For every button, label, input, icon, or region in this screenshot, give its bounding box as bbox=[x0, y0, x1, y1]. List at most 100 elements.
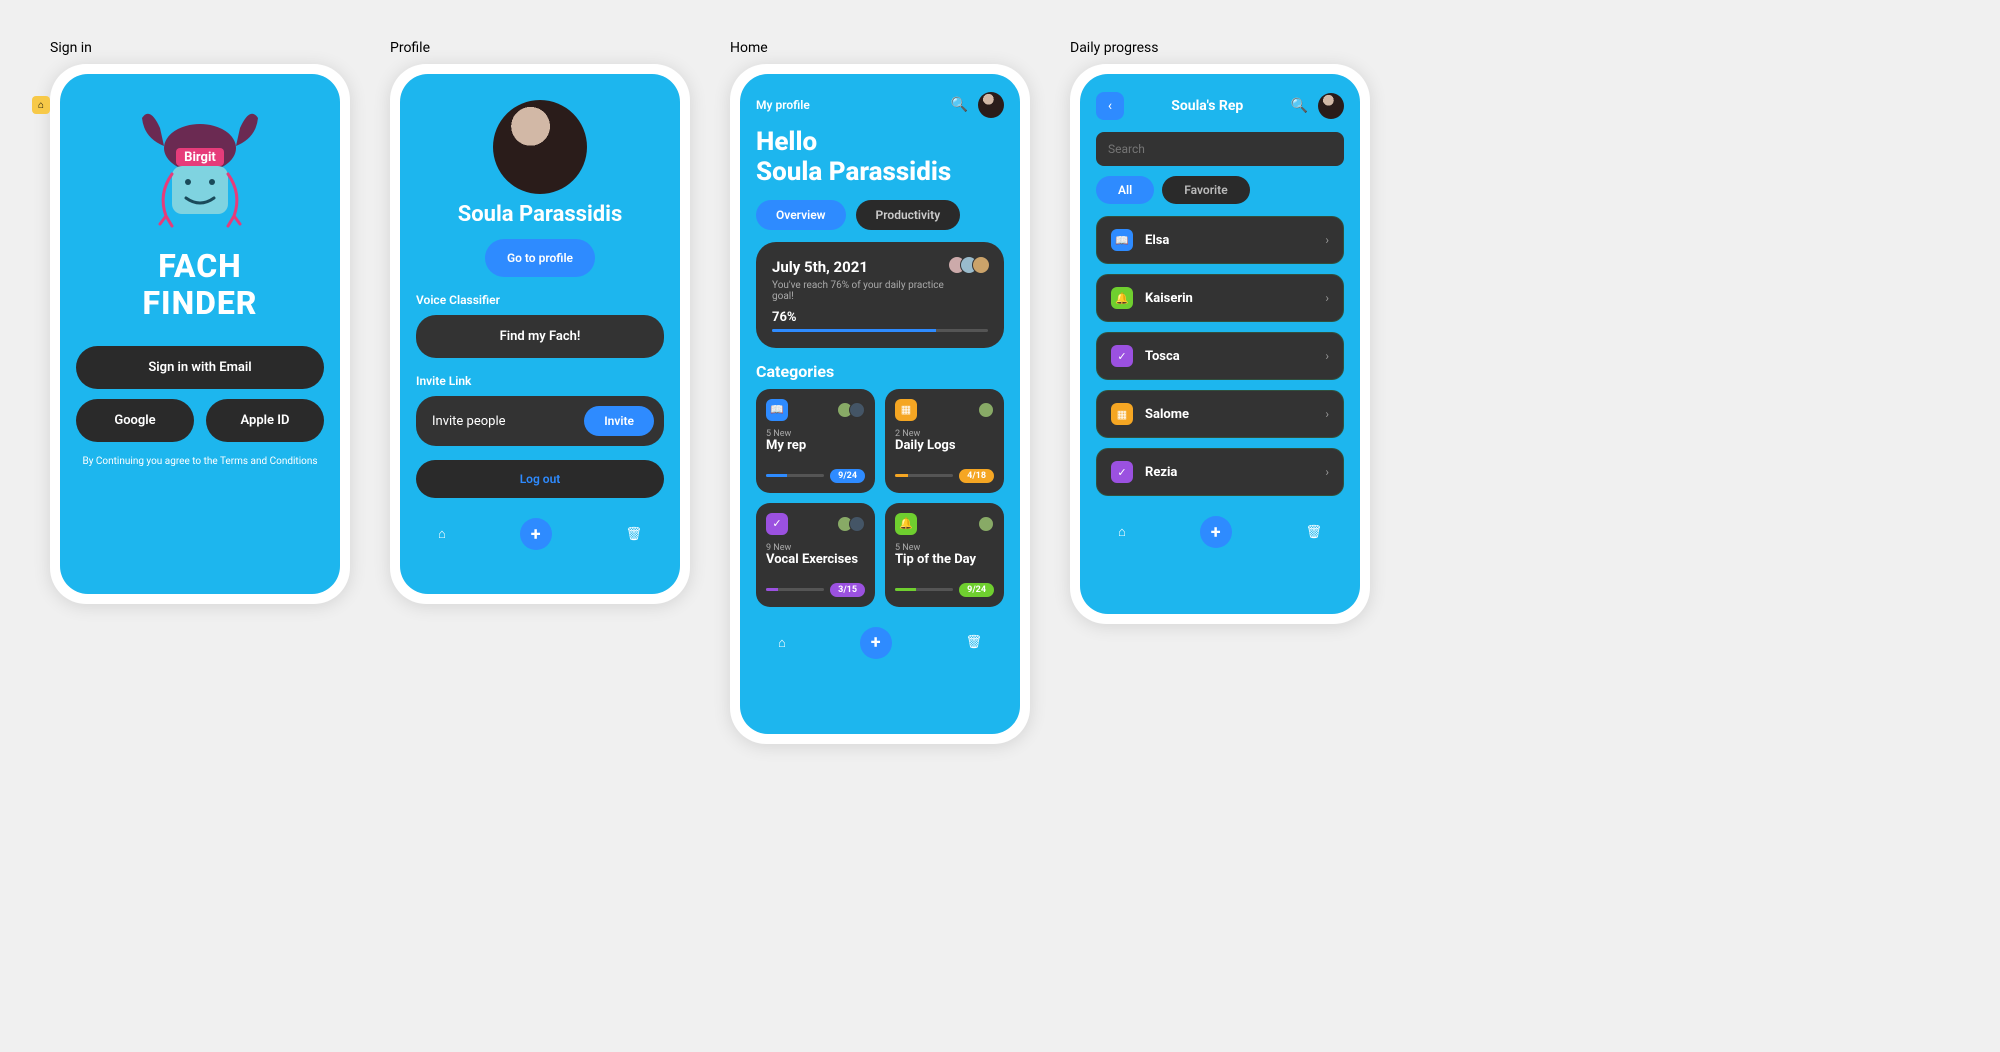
add-button[interactable]: + bbox=[860, 627, 892, 659]
voice-classifier-label: Voice Classifier bbox=[416, 293, 664, 307]
invite-text: Invite people bbox=[432, 414, 506, 429]
phone-daily: ‹ Soula's Rep 🔍 All Favorite 📖 Elsa ›🔔 K… bbox=[1070, 64, 1370, 624]
home-badge-icon: ⌂ bbox=[32, 96, 50, 114]
progress-message: You've reach 76% of your daily practice … bbox=[772, 280, 952, 302]
search-input[interactable] bbox=[1096, 132, 1344, 166]
screen-label: Profile bbox=[390, 40, 690, 56]
list-item[interactable]: ▦ Salome › bbox=[1096, 390, 1344, 438]
add-button[interactable]: + bbox=[1200, 516, 1232, 548]
list-item[interactable]: ✓ Rezia › bbox=[1096, 448, 1344, 496]
my-profile-link[interactable]: My profile bbox=[756, 98, 810, 112]
back-button[interactable]: ‹ bbox=[1096, 92, 1124, 120]
phone-home: My profile 🔍 HelloSoula Parassidis Overv… bbox=[730, 64, 1030, 744]
chevron-right-icon: › bbox=[1325, 233, 1329, 247]
chk-icon: ✓ bbox=[1111, 345, 1133, 367]
tile-progress-bar bbox=[895, 588, 953, 591]
add-button[interactable]: + bbox=[520, 518, 552, 550]
tab-productivity[interactable]: Productivity bbox=[856, 200, 961, 230]
tile-avatars bbox=[841, 402, 865, 418]
svg-text:Birgit: Birgit bbox=[184, 150, 216, 165]
progress-card[interactable]: July 5th, 2021 You've reach 76% of your … bbox=[756, 242, 1004, 348]
tile-progress-bar bbox=[766, 588, 824, 591]
trash-icon[interactable]: 🗑 bbox=[1305, 525, 1322, 540]
avatar[interactable] bbox=[1318, 93, 1344, 119]
signin-google-button[interactable]: Google bbox=[76, 399, 194, 442]
screen-label: Home bbox=[730, 40, 1030, 56]
find-fach-button[interactable]: Find my Fach! bbox=[416, 315, 664, 358]
tile-ratio: 4/18 bbox=[959, 469, 994, 483]
home-icon[interactable]: ⌂ bbox=[438, 526, 446, 542]
chip-all[interactable]: All bbox=[1096, 176, 1154, 204]
signin-email-button[interactable]: Sign in with Email bbox=[76, 346, 324, 389]
tile-ratio: 9/24 bbox=[830, 469, 865, 483]
category-tile[interactable]: ✓ 9 New Vocal Exercises 3/15 bbox=[756, 503, 875, 607]
item-name: Tosca bbox=[1145, 349, 1313, 364]
tile-avatars bbox=[982, 516, 994, 532]
search-icon[interactable]: 🔍 bbox=[1291, 98, 1308, 114]
progress-percent: 76% bbox=[772, 310, 988, 325]
screen-label: Sign in bbox=[50, 40, 350, 56]
list-item[interactable]: 📖 Elsa › bbox=[1096, 216, 1344, 264]
list-item[interactable]: ✓ Tosca › bbox=[1096, 332, 1344, 380]
phone-signin: ⌂ Birgit FACHFINDER Sign in with Email G… bbox=[50, 64, 350, 604]
book-icon: 📖 bbox=[1111, 229, 1133, 251]
chevron-right-icon: › bbox=[1325, 407, 1329, 421]
app-title: FACHFINDER bbox=[143, 248, 258, 322]
trash-icon[interactable]: 🗑 bbox=[965, 635, 982, 650]
tile-progress-bar bbox=[766, 474, 824, 477]
signin-apple-button[interactable]: Apple ID bbox=[206, 399, 324, 442]
bottom-nav: ⌂ + 🗑 bbox=[756, 627, 1004, 659]
page-title: Soula's Rep bbox=[1171, 98, 1243, 114]
bottom-nav: ⌂ + 🗑 bbox=[416, 518, 664, 550]
bell-icon: 🔔 bbox=[895, 513, 917, 535]
tab-overview[interactable]: Overview bbox=[756, 200, 846, 230]
phone-profile: Soula Parassidis Go to profile Voice Cla… bbox=[390, 64, 690, 604]
terms-text: By Continuing you agree to the Terms and… bbox=[76, 456, 324, 467]
item-name: Salome bbox=[1145, 407, 1313, 422]
chevron-right-icon: › bbox=[1325, 349, 1329, 363]
tile-title: Vocal Exercises bbox=[766, 553, 865, 567]
invite-link-label: Invite Link bbox=[416, 374, 664, 388]
bell-icon: 🔔 bbox=[1111, 287, 1133, 309]
categories-heading: Categories bbox=[756, 362, 1004, 381]
bottom-nav: ⌂ + 🗑 bbox=[1096, 516, 1344, 548]
participant-avatars bbox=[954, 256, 990, 274]
box-icon: ▦ bbox=[1111, 403, 1133, 425]
invite-button[interactable]: Invite bbox=[584, 406, 654, 436]
tile-title: My rep bbox=[766, 439, 865, 453]
trash-icon[interactable]: 🗑 bbox=[625, 527, 642, 542]
tile-ratio: 3/15 bbox=[830, 583, 865, 597]
book-icon: 📖 bbox=[766, 399, 788, 421]
chk-icon: ✓ bbox=[1111, 461, 1133, 483]
category-tile[interactable]: 📖 5 New My rep 9/24 bbox=[756, 389, 875, 493]
greeting: HelloSoula Parassidis bbox=[756, 128, 1004, 188]
category-tile[interactable]: 🔔 5 New Tip of the Day 9/24 bbox=[885, 503, 1004, 607]
tile-title: Tip of the Day bbox=[895, 553, 994, 567]
item-name: Rezia bbox=[1145, 465, 1313, 480]
home-icon[interactable]: ⌂ bbox=[778, 635, 786, 651]
tile-avatars bbox=[982, 402, 994, 418]
home-icon[interactable]: ⌂ bbox=[1118, 524, 1126, 540]
search-icon[interactable]: 🔍 bbox=[951, 97, 968, 113]
chk-icon: ✓ bbox=[766, 513, 788, 535]
invite-row: Invite people Invite bbox=[416, 396, 664, 446]
list-item[interactable]: 🔔 Kaiserin › bbox=[1096, 274, 1344, 322]
item-name: Elsa bbox=[1145, 233, 1313, 248]
tile-title: Daily Logs bbox=[895, 439, 994, 453]
category-tile[interactable]: ▦ 2 New Daily Logs 4/18 bbox=[885, 389, 1004, 493]
progress-bar bbox=[772, 329, 988, 332]
avatar[interactable] bbox=[493, 100, 587, 194]
screen-label: Daily progress bbox=[1070, 40, 1370, 56]
chip-favorite[interactable]: Favorite bbox=[1162, 176, 1249, 204]
tile-avatars bbox=[841, 516, 865, 532]
chevron-right-icon: › bbox=[1325, 465, 1329, 479]
viking-logo: Birgit bbox=[130, 98, 270, 238]
avatar[interactable] bbox=[978, 92, 1004, 118]
item-name: Kaiserin bbox=[1145, 291, 1313, 306]
box-icon: ▦ bbox=[895, 399, 917, 421]
logout-button[interactable]: Log out bbox=[416, 460, 664, 498]
goto-profile-button[interactable]: Go to profile bbox=[485, 239, 595, 277]
user-name: Soula Parassidis bbox=[458, 202, 623, 227]
chevron-right-icon: › bbox=[1325, 291, 1329, 305]
tile-ratio: 9/24 bbox=[959, 583, 994, 597]
